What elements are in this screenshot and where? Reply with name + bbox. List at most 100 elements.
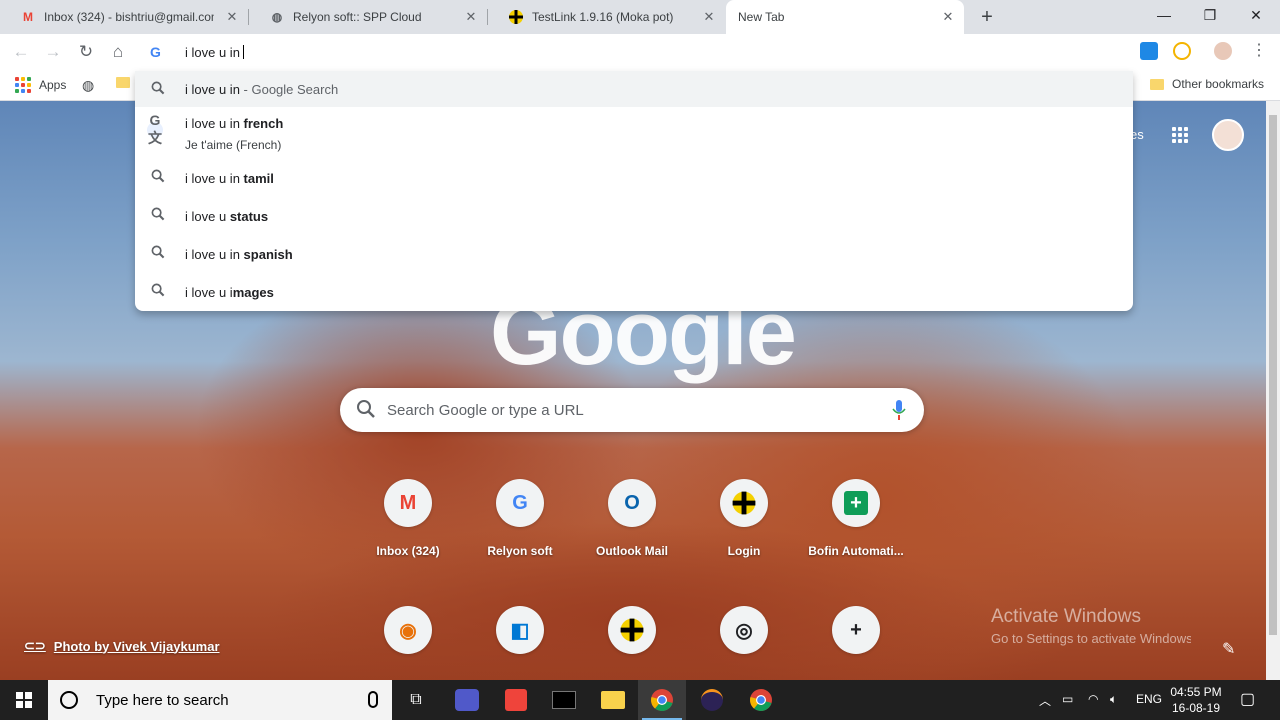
customize-pencil-icon[interactable]: ✎ — [1222, 639, 1235, 659]
eclipse-icon — [701, 689, 723, 711]
chevron-up-icon[interactable]: ︿ — [1039, 692, 1051, 709]
close-tab-icon[interactable]: ✕ — [940, 9, 956, 25]
forward-button[interactable]: → — [43, 42, 63, 62]
suggestion-row[interactable]: i love u status — [135, 195, 1133, 233]
omnibox-input[interactable]: i love u in — [185, 45, 244, 60]
terminal-taskbar-button[interactable] — [540, 680, 588, 720]
search-placeholder: Search Google or type a URL — [387, 402, 584, 419]
shortcut-item[interactable]: ◎ — [688, 606, 800, 654]
microphone-icon[interactable] — [368, 691, 378, 708]
start-button[interactable] — [0, 680, 48, 720]
chrome-taskbar-button[interactable] — [638, 680, 686, 720]
other-bookmarks-label: Other bookmarks — [1172, 77, 1265, 91]
other-bookmarks[interactable]: Other bookmarks — [1150, 77, 1264, 91]
shortcut-label: Bofin Automati... — [808, 544, 904, 558]
link-icon: ⊂⊃ — [24, 638, 46, 653]
apps-bookmark[interactable]: Apps — [15, 77, 66, 93]
chrome-taskbar-button-2[interactable] — [737, 680, 785, 720]
suggestion-text: i love u in spanish — [185, 247, 293, 262]
anydesk-taskbar-button[interactable] — [492, 680, 540, 720]
omnibox-suggestions: i love u in - Google Search G文 i love u … — [135, 71, 1133, 311]
suggestion-answer: Je t'aime (French) — [185, 138, 282, 152]
restore-button[interactable]: ❐ — [1187, 0, 1233, 30]
close-tab-icon[interactable]: ✕ — [463, 9, 479, 25]
home-button[interactable]: ⌂ — [108, 42, 128, 62]
extension-icon[interactable] — [1140, 42, 1158, 60]
suggestion-row[interactable]: i love u images — [135, 271, 1133, 309]
profile-avatar[interactable] — [1214, 42, 1232, 60]
minimize-button[interactable]: — — [1141, 0, 1187, 30]
suggestion-row[interactable]: i love u in - Google Search — [135, 71, 1133, 107]
close-tab-icon[interactable]: ✕ — [701, 9, 717, 25]
extension-icon[interactable] — [1173, 42, 1191, 60]
shortcut-item[interactable] — [576, 606, 688, 654]
globe-bookmark[interactable]: ◍ — [82, 77, 94, 94]
language-indicator[interactable]: ENG — [1136, 692, 1162, 706]
google-g-icon: G — [150, 44, 161, 60]
shortcut-relyon[interactable]: G Relyon soft — [464, 479, 576, 558]
tab-gmail[interactable]: M Inbox (324) - bishtriu@gmail.com ✕ — [0, 0, 248, 34]
folder-icon — [1150, 78, 1164, 90]
taskbar-clock[interactable]: 04:55 PM 16-08-19 — [1166, 684, 1226, 716]
voice-search-icon[interactable] — [892, 400, 906, 420]
suggestion-row[interactable]: i love u in tamil — [135, 157, 1133, 195]
shortcut-label: Outlook Mail — [596, 544, 668, 558]
photo-credit-text: Photo by Vivek Vijaykumar — [53, 638, 220, 654]
add-shortcut-button[interactable]: + — [800, 606, 912, 654]
file-explorer-button[interactable] — [589, 680, 637, 720]
apps-label: Apps — [39, 78, 67, 92]
cortana-icon — [60, 691, 78, 709]
teams-icon — [455, 689, 479, 711]
google-translate-icon: G文 — [147, 112, 163, 146]
shortcut-inbox[interactable]: M Inbox (324) — [352, 479, 464, 558]
shortcut-bofin[interactable]: + Bofin Automati... — [800, 479, 912, 558]
plus-icon: + — [832, 606, 880, 654]
shortcut-outlook[interactable]: O Outlook Mail — [576, 479, 688, 558]
close-window-button[interactable]: ✕ — [1233, 0, 1279, 30]
ntp-search-box[interactable]: Search Google or type a URL — [340, 388, 924, 432]
shortcut-label: Relyon soft — [487, 544, 553, 558]
new-tab-button[interactable]: + — [976, 6, 998, 28]
photo-credit-link[interactable]: ⊂⊃ Photo by Vivek Vijaykumar — [24, 638, 220, 654]
account-avatar[interactable] — [1212, 119, 1244, 151]
tab-new-tab[interactable]: New Tab ✕ — [726, 0, 964, 34]
back-button[interactable]: ← — [11, 42, 31, 62]
teams-taskbar-button[interactable] — [443, 680, 491, 720]
sheets-icon: + — [832, 479, 880, 527]
shortcut-item[interactable]: ◉ — [352, 606, 464, 654]
suggestion-text: i love u in - Google Search — [185, 82, 339, 97]
folder-icon — [601, 691, 625, 709]
app-icon: ◉ — [384, 606, 432, 654]
clock-date: 16-08-19 — [1171, 701, 1221, 715]
tab-title: Inbox (324) - bishtriu@gmail.com — [44, 10, 214, 24]
shortcut-login[interactable]: Login — [688, 479, 800, 558]
scrollbar-thumb[interactable] — [1269, 115, 1277, 635]
tab-testlink[interactable]: TestLink 1.9.16 (Moka pot) ✕ — [488, 0, 725, 34]
page-scrollbar[interactable] — [1266, 101, 1280, 680]
suggestion-row[interactable]: i love u in spanish — [135, 233, 1133, 271]
tab-relyon[interactable]: ◍ Relyon soft:: SPP Cloud ✕ — [249, 0, 487, 34]
eclipse-taskbar-button[interactable] — [688, 680, 736, 720]
reload-button[interactable]: ↻ — [76, 42, 96, 62]
suggestion-row[interactable]: G文 i love u in french Je t'aime (French) — [135, 107, 1133, 157]
taskbar-search[interactable]: Type here to search — [48, 680, 392, 720]
volume-icon[interactable]: 🔈︎ — [1110, 692, 1117, 707]
testlink-icon — [508, 9, 524, 25]
tab-title: New Tab — [738, 10, 785, 24]
menu-kebab-icon[interactable]: ⋮ — [1250, 42, 1268, 60]
omnibox[interactable]: G i love u in — [135, 34, 1133, 71]
globe-icon: ◍ — [271, 10, 283, 24]
google-apps-icon[interactable] — [1172, 127, 1188, 143]
task-view-button[interactable]: ⧉ — [392, 680, 440, 720]
suggestion-text: i love u in french — [185, 116, 284, 131]
notification-icon[interactable]: ▢ — [1240, 689, 1255, 709]
terminal-icon — [552, 691, 576, 709]
folder-icon — [116, 77, 130, 88]
shortcut-item[interactable]: ◧ — [464, 606, 576, 654]
battery-icon[interactable]: ▭ — [1062, 692, 1073, 706]
outlook-icon: O — [608, 479, 656, 527]
wifi-icon[interactable]: ◠ — [1088, 692, 1098, 706]
close-tab-icon[interactable]: ✕ — [224, 9, 240, 25]
testlink-icon — [608, 606, 656, 654]
suggestion-text: i love u in tamil — [185, 171, 274, 186]
